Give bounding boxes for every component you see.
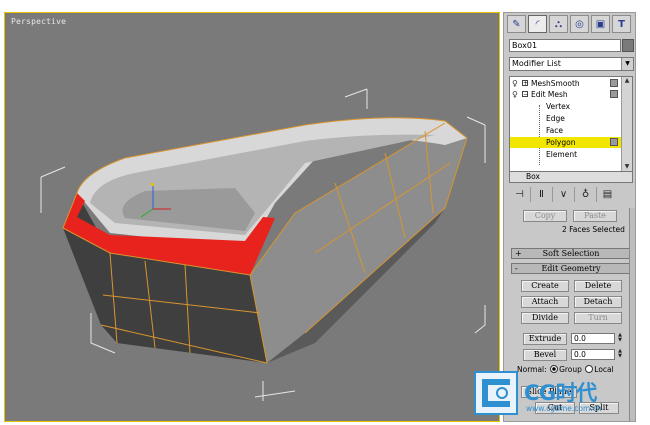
lightbulb-icon[interactable]: ♀ xyxy=(512,89,518,100)
stack-item-edit-mesh[interactable]: ♀ − Edit Mesh xyxy=(510,89,623,100)
stack-item-meshsmooth[interactable]: ♀ + MeshSmooth xyxy=(510,78,623,89)
watermark-url: www.cgtime.com.cn xyxy=(526,404,602,413)
stack-item-element[interactable]: Element xyxy=(510,149,623,160)
configure-sets-icon[interactable]: ▤ xyxy=(597,187,618,202)
divide-button[interactable]: Divide xyxy=(521,312,569,324)
modifier-list-label: Modifier List xyxy=(512,59,561,68)
stack-item-label: Vertex xyxy=(546,102,571,111)
modifier-toggle-icon[interactable] xyxy=(610,79,618,87)
hierarchy-tab-icon: ⛬ xyxy=(555,18,562,30)
detach-button[interactable]: Detach xyxy=(574,296,622,308)
spinner-arrows-icon[interactable]: ▲ ▼ xyxy=(616,333,624,344)
edit-geometry-rollout[interactable]: - Edit Geometry xyxy=(511,263,631,274)
stack-item-label: Edge xyxy=(546,114,565,123)
remove-modifier-icon[interactable]: ♁ xyxy=(575,187,597,202)
rollout-title: Soft Selection xyxy=(542,249,600,258)
stack-item-vertex[interactable]: Vertex xyxy=(510,101,623,112)
command-panel: ✎ ◜ ⛬ ◎ ▣ T Box01 Modifier List ▼ ♀ + Me… xyxy=(503,12,636,422)
turn-button[interactable]: Turn xyxy=(574,312,622,324)
modifier-toggle-icon[interactable] xyxy=(610,138,618,146)
create-tab[interactable]: ✎ xyxy=(507,15,526,33)
copy-button[interactable]: Copy xyxy=(523,210,567,222)
object-name-field[interactable]: Box01 xyxy=(509,39,621,52)
create-button[interactable]: Create xyxy=(521,280,569,292)
spinner-arrows-icon[interactable]: ▲ ▼ xyxy=(616,349,624,360)
bevel-amount-field[interactable]: 0.0 xyxy=(571,349,615,360)
modify-tab[interactable]: ◜ xyxy=(528,15,547,33)
modify-tab-icon: ◜ xyxy=(535,18,540,30)
show-end-result-icon[interactable]: Ⅱ xyxy=(531,187,553,202)
lightbulb-icon[interactable]: ♀ xyxy=(512,78,518,89)
scroll-down-icon[interactable]: ▼ xyxy=(623,163,631,171)
pin-stack-icon[interactable]: ⊣ xyxy=(509,187,531,202)
stack-item-label: MeshSmooth xyxy=(531,79,580,88)
display-tab[interactable]: ▣ xyxy=(591,15,610,33)
soft-selection-rollout[interactable]: + Soft Selection xyxy=(511,248,631,259)
stack-item-box[interactable]: Box xyxy=(509,172,633,183)
stack-item-label: Face xyxy=(546,126,563,135)
hierarchy-tab[interactable]: ⛬ xyxy=(549,15,568,33)
cgtime-logo-icon xyxy=(474,371,518,415)
viewport-scene xyxy=(40,88,486,401)
dropdown-arrow-icon[interactable]: ▼ xyxy=(621,58,633,70)
expand-plus-icon[interactable]: + xyxy=(522,80,528,87)
rollout-title: Edit Geometry xyxy=(541,264,601,273)
stack-item-polygon[interactable]: Polygon xyxy=(510,137,623,148)
stack-item-edge[interactable]: Edge xyxy=(510,113,623,124)
scroll-up-icon[interactable]: ▲ xyxy=(623,77,631,85)
viewport-label[interactable]: Perspective xyxy=(11,17,66,26)
modifier-toggle-icon[interactable] xyxy=(610,90,618,98)
extrude-button[interactable]: Extrude xyxy=(523,333,567,345)
watermark-title: CG时代 xyxy=(524,381,597,405)
make-unique-icon[interactable]: ∨ xyxy=(553,187,575,202)
utilities-tab[interactable]: T xyxy=(612,15,631,33)
utilities-tab-icon: T xyxy=(618,18,625,30)
paste-button[interactable]: Paste xyxy=(573,210,617,222)
motion-tab-icon: ◎ xyxy=(575,18,584,30)
bevel-button[interactable]: Bevel xyxy=(523,349,567,361)
cgtime-watermark: CG时代 www.cgtime.com.cn xyxy=(472,369,650,425)
selection-status: 2 Faces Selected xyxy=(562,225,625,234)
stack-item-label: Polygon xyxy=(546,138,576,147)
collapse-minus-icon[interactable]: − xyxy=(522,91,528,98)
extrude-amount-field[interactable]: 0.0 xyxy=(571,333,615,344)
stack-item-label: Edit Mesh xyxy=(531,90,568,99)
motion-tab[interactable]: ◎ xyxy=(570,15,589,33)
modifier-stack: ♀ + MeshSmooth ♀ − Edit Mesh Vertex Edge… xyxy=(509,76,633,172)
stack-item-label: Element xyxy=(546,150,578,159)
command-panel-tabs: ✎ ◜ ⛬ ◎ ▣ T xyxy=(507,15,631,35)
stack-toolbar: ⊣ Ⅱ ∨ ♁ ▤ xyxy=(509,186,634,203)
screenshot-frame: Perspective ✎ ◜ ⛬ ◎ ▣ T Box01 Modifier L… xyxy=(0,0,650,425)
stack-item-face[interactable]: Face xyxy=(510,125,623,136)
delete-button[interactable]: Delete xyxy=(574,280,622,292)
display-tab-icon: ▣ xyxy=(595,18,606,30)
object-color-swatch[interactable] xyxy=(622,39,634,52)
perspective-viewport[interactable]: Perspective xyxy=(4,12,500,422)
attach-button[interactable]: Attach xyxy=(521,296,569,308)
modifier-list-dropdown[interactable]: Modifier List ▼ xyxy=(509,57,634,71)
create-tab-icon: ✎ xyxy=(512,18,521,30)
stack-scrollbar[interactable]: ▲ ▼ xyxy=(621,77,632,171)
